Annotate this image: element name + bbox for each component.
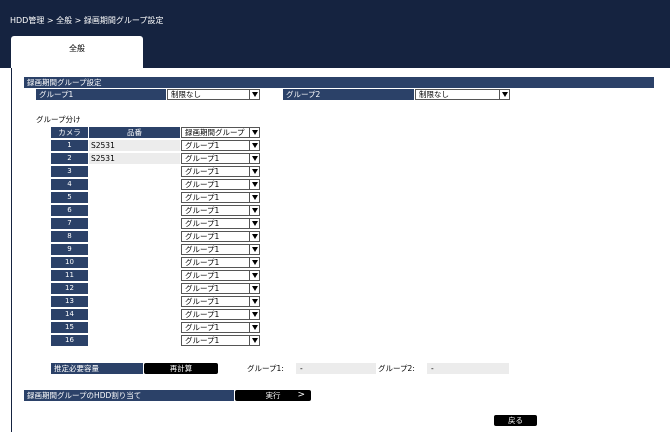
recalculate-button[interactable]: 再計算 [144,363,218,374]
camera-group-value: グループ1 [185,284,220,293]
camera-group-value: グループ1 [185,271,220,280]
camera-group-select[interactable]: グループ1 [181,192,260,203]
camera-group-value: グループ1 [185,245,220,254]
capacity-group1-value: - [296,363,376,374]
section-title-group-settings: 録画期間グループ設定 [24,77,654,88]
camera-group-select[interactable]: グループ1 [181,205,260,216]
camera-number: 2 [51,153,88,164]
camera-group-value: グループ1 [185,219,220,228]
camera-number: 16 [51,335,88,346]
camera-group-select[interactable]: グループ1 [181,244,260,255]
breadcrumb: HDD管理 > 全般 > 録画期間グループ設定 [10,16,164,25]
camera-group-value: グループ1 [185,297,220,306]
group1-select-value: 制限なし [171,90,201,99]
group1-label: グループ1 [36,89,166,100]
camera-group-select[interactable]: グループ1 [181,140,260,151]
dropdown-arrow-icon [249,284,259,293]
camera-group-select[interactable]: グループ1 [181,270,260,281]
content-frame [11,68,670,432]
camera-group-select[interactable]: グループ1 [181,309,260,320]
dropdown-arrow-icon [249,323,259,332]
camera-group-value: グループ1 [185,323,220,332]
camera-number: 3 [51,166,88,177]
col-header-camera: カメラ [51,127,88,138]
camera-group-select[interactable]: グループ1 [181,296,260,307]
dropdown-arrow-icon [249,128,259,137]
camera-group-select[interactable]: グループ1 [181,166,260,177]
camera-number: 5 [51,192,88,203]
camera-group-value: グループ1 [185,167,220,176]
dropdown-arrow-icon [249,336,259,345]
camera-group-value: グループ1 [185,258,220,267]
camera-group-value: グループ1 [185,141,220,150]
execute-button[interactable]: 実行 > [235,390,311,401]
dropdown-arrow-icon [249,232,259,241]
group2-select-value: 制限なし [419,90,449,99]
camera-number: 10 [51,257,88,268]
dropdown-arrow-icon [249,297,259,306]
dropdown-arrow-icon [249,90,259,99]
camera-number: 8 [51,231,88,242]
tab-general[interactable]: 全般 [11,36,143,68]
camera-number: 1 [51,140,88,151]
dropdown-arrow-icon [249,271,259,280]
camera-number: 13 [51,296,88,307]
dropdown-arrow-icon [249,258,259,267]
dropdown-arrow-icon [249,310,259,319]
hdd-assign-label: 録画期間グループのHDD割り当て [24,390,234,401]
camera-number: 14 [51,309,88,320]
col-header-group-label: 録画期間グループ [185,128,245,137]
camera-number: 15 [51,322,88,333]
camera-group-value: グループ1 [185,154,220,163]
dropdown-arrow-icon [249,219,259,228]
camera-number: 9 [51,244,88,255]
camera-number: 12 [51,283,88,294]
capacity-group2-label: グループ2: [378,364,415,373]
grouping-title: グループ分け [36,115,81,124]
camera-group-select[interactable]: グループ1 [181,283,260,294]
dropdown-arrow-icon [249,193,259,202]
camera-group-value: グループ1 [185,180,220,189]
col-header-model: 品番 [89,127,180,138]
execute-label: 実行 [265,391,281,400]
dropdown-arrow-icon [499,90,509,99]
camera-number: 4 [51,179,88,190]
capacity-label: 推定必要容量 [51,363,143,374]
camera-group-select[interactable]: グループ1 [181,231,260,242]
chevron-right-icon: > [297,390,305,400]
camera-number: 6 [51,205,88,216]
camera-group-value: グループ1 [185,310,220,319]
dropdown-arrow-icon [249,141,259,150]
dropdown-arrow-icon [249,206,259,215]
camera-group-select[interactable]: グループ1 [181,153,260,164]
camera-group-select[interactable]: グループ1 [181,322,260,333]
dropdown-arrow-icon [249,245,259,254]
capacity-group2-value: - [427,363,509,374]
dropdown-arrow-icon [249,167,259,176]
camera-number: 11 [51,270,88,281]
camera-group-value: グループ1 [185,206,220,215]
camera-group-select[interactable]: グループ1 [181,179,260,190]
group2-label: グループ2 [283,89,414,100]
camera-model: S2531 [89,153,180,164]
camera-group-value: グループ1 [185,232,220,241]
camera-group-select[interactable]: グループ1 [181,335,260,346]
camera-group-value: グループ1 [185,193,220,202]
capacity-group1-label: グループ1: [247,364,284,373]
camera-number: 7 [51,218,88,229]
col-header-group-select[interactable]: 録画期間グループ [181,127,260,138]
camera-group-select[interactable]: グループ1 [181,257,260,268]
dropdown-arrow-icon [249,180,259,189]
camera-group-value: グループ1 [185,336,220,345]
group2-select[interactable]: 制限なし [415,89,510,100]
back-button[interactable]: 戻る [494,415,537,426]
top-bar: HDD管理 > 全般 > 録画期間グループ設定 全般 [0,0,670,68]
camera-group-select[interactable]: グループ1 [181,218,260,229]
dropdown-arrow-icon [249,154,259,163]
camera-model: S2531 [89,140,180,151]
group1-select[interactable]: 制限なし [167,89,260,100]
